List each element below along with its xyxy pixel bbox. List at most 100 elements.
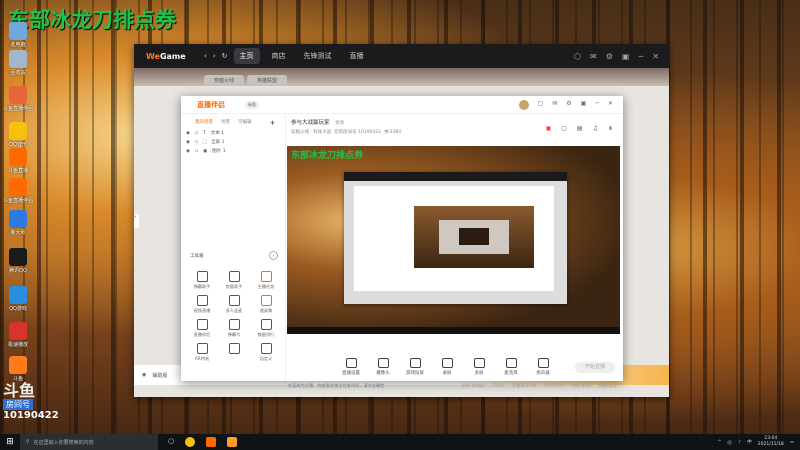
source-item[interactable]: ◉ ▫ T 文本 1 (181, 127, 285, 137)
eye-icon[interactable]: ◉ (186, 149, 190, 154)
screen-icon[interactable]: ▢ (538, 100, 544, 110)
tool-item[interactable]: 道具聚 (253, 295, 279, 314)
control-button[interactable]: 游戏投屏 (404, 358, 426, 376)
tool-item[interactable]: 视频直播 (189, 295, 215, 314)
control-button[interactable]: 摄像头 (372, 358, 394, 376)
forward-icon[interactable]: › (213, 52, 216, 60)
tool-item[interactable]: 直播伴侣 (189, 319, 215, 338)
gift-icon[interactable]: ▣ (546, 125, 552, 132)
lock-icon[interactable]: ▢ (561, 125, 567, 132)
desktop-icon[interactable]: 斗鱼直播伴侣 (3, 86, 33, 112)
layout-icon[interactable]: ▤ (577, 125, 583, 132)
start-button[interactable]: ⊞ (0, 437, 20, 447)
desktop-icon[interactable]: 斗鱼 (3, 356, 33, 382)
tray-up-icon[interactable]: ^ (718, 440, 722, 445)
tool-label: 主播任务 (257, 284, 275, 289)
status-stat: FPS:0 (492, 383, 504, 388)
lock-icon[interactable]: ▫ (195, 140, 198, 145)
tool-item[interactable] (221, 343, 247, 356)
subtab-lol[interactable]: 英雄联盟 (247, 75, 288, 86)
add-scene-button[interactable]: + (270, 119, 276, 127)
qq-music-app-icon[interactable] (185, 437, 196, 447)
tool-item[interactable]: 自定义 (253, 343, 279, 362)
control-button[interactable]: 麦克风 (500, 358, 522, 376)
back-icon[interactable]: ‹ (204, 52, 207, 60)
eye-icon[interactable]: ◉ (186, 140, 190, 145)
minimize-icon[interactable]: ─ (638, 52, 643, 61)
input-lang[interactable]: 中 (747, 439, 752, 445)
tab-my-scenes[interactable]: 我的场景 (195, 119, 213, 127)
desktop-icon[interactable]: QQ音乐 (3, 122, 33, 148)
tab-home[interactable]: 主页 (233, 48, 260, 64)
desktop-icon[interactable]: 斗鱼直播伴侣 (3, 178, 33, 204)
room-category[interactable]: 穿越火线 · 科技大战 (291, 130, 331, 135)
control-button[interactable]: 直播设置 (340, 358, 362, 376)
desktop-icon[interactable]: 回收站 (3, 50, 33, 76)
wegame-control-4[interactable]: ▣ (622, 52, 630, 61)
wegame-control-1[interactable]: ⬡ (574, 52, 581, 61)
tool-item[interactable]: 主播任务 (253, 271, 279, 290)
notification-icon[interactable]: ▭ (790, 440, 794, 445)
tool-item[interactable]: 多人连麦 (221, 295, 247, 314)
minimize-icon[interactable]: ─ (595, 100, 599, 110)
search-box[interactable]: ⚲ 在这里输入你要搜索的内容 (20, 434, 158, 450)
message-icon[interactable]: ✉ (552, 100, 557, 110)
start-live-button[interactable]: 开始直播 (575, 362, 615, 373)
tool-item[interactable]: 弹幕号 (221, 319, 247, 338)
tray-app-icon[interactable] (727, 439, 733, 445)
tab-scenes[interactable]: 场景 (221, 119, 230, 127)
bell-icon[interactable]: ♫ (593, 125, 598, 132)
desktop-icon-label: QQ音乐 (9, 142, 27, 148)
settings-icon[interactable]: ⚙ (566, 100, 571, 110)
wegame-titlebar: WeGame ‹ › ↻ 主页 商店 先锋测试 直播 ⬡ ✉ ⚙ ▣ ─ ✕ (134, 44, 669, 68)
room-title-text[interactable]: 参与大战赢玩家 (291, 120, 330, 126)
refresh-icon[interactable]: ↻ (222, 52, 228, 60)
close-icon[interactable]: ✕ (608, 100, 613, 110)
desktop-icon[interactable]: 鲁大师 (3, 210, 33, 236)
desktop-icon-label: 极速播放 (7, 342, 28, 348)
desktop-icon[interactable]: 斗鱼直播 (3, 148, 33, 174)
tool-item[interactable]: AR特效 (189, 343, 215, 362)
control-label: 摄像头 (376, 371, 390, 376)
tool-icon (196, 319, 208, 330)
control-button[interactable]: 多屏 (468, 358, 490, 376)
desktop-icon[interactable]: QQ游戏 (3, 286, 33, 312)
tab-editable[interactable]: 可编辑 (238, 119, 252, 127)
task-view-icon[interactable]: ○ (168, 437, 174, 447)
douyu-app-icon[interactable] (206, 437, 217, 447)
tab-pioneer[interactable]: 先锋测试 (298, 48, 338, 64)
source-item[interactable]: ◉ ▫ ▣ 图片 1 (181, 145, 285, 155)
lock-icon[interactable]: ▫ (195, 149, 198, 154)
restore-icon[interactable]: ▣ (581, 100, 587, 110)
desktop-icon[interactable]: 极速播放 (3, 322, 33, 348)
wegame-control-2[interactable]: ✉ (590, 52, 597, 61)
clock[interactable]: 23:04 2021/11/18 (758, 436, 784, 448)
side-expand-icon[interactable]: › (134, 214, 139, 228)
tool-item[interactable]: 房管助手 (221, 271, 247, 290)
control-button[interactable]: 扬声器 (532, 358, 554, 376)
tab-store[interactable]: 商店 (266, 48, 292, 64)
eye-icon[interactable]: ◉ (186, 131, 190, 136)
wegame-app-icon[interactable] (227, 437, 238, 447)
lock-icon[interactable]: ▫ (195, 131, 198, 136)
control-button[interactable]: 录屏 (436, 358, 458, 376)
desktop-icon[interactable]: 腾讯QQ (3, 248, 33, 274)
source-item[interactable]: ◉ ▫ ⛶ 全屏 1 (181, 136, 285, 146)
edit-title-button[interactable]: 修改 (335, 121, 344, 126)
tool-item[interactable]: 数据排行 (253, 319, 279, 338)
speaker-icon[interactable]: ♪ (738, 440, 741, 445)
system-tray: ^ ♪ 中 23:04 2021/11/18 ▭ (718, 436, 800, 448)
tool-label: 直播伴侣 (193, 332, 211, 337)
close-icon[interactable]: ✕ (652, 52, 659, 61)
toolbox-more-icon[interactable]: › (269, 251, 278, 260)
tool-item[interactable]: 弹幕助手 (189, 271, 215, 290)
share-icon[interactable]: ⋔ (608, 125, 613, 132)
stream-preview[interactable]: 东部冰龙刀排点券 (287, 146, 620, 334)
version-badge[interactable]: 新版 (245, 100, 259, 109)
wegame-control-3[interactable]: ⚙ (606, 52, 613, 61)
subtab-cf[interactable]: 穿越火线 (204, 75, 245, 86)
helper-label[interactable]: 辅助版 (152, 372, 167, 379)
tab-live[interactable]: 直播 (344, 48, 370, 64)
avatar[interactable] (518, 99, 529, 110)
desktop-icon[interactable]: 此电脑 (3, 22, 33, 48)
